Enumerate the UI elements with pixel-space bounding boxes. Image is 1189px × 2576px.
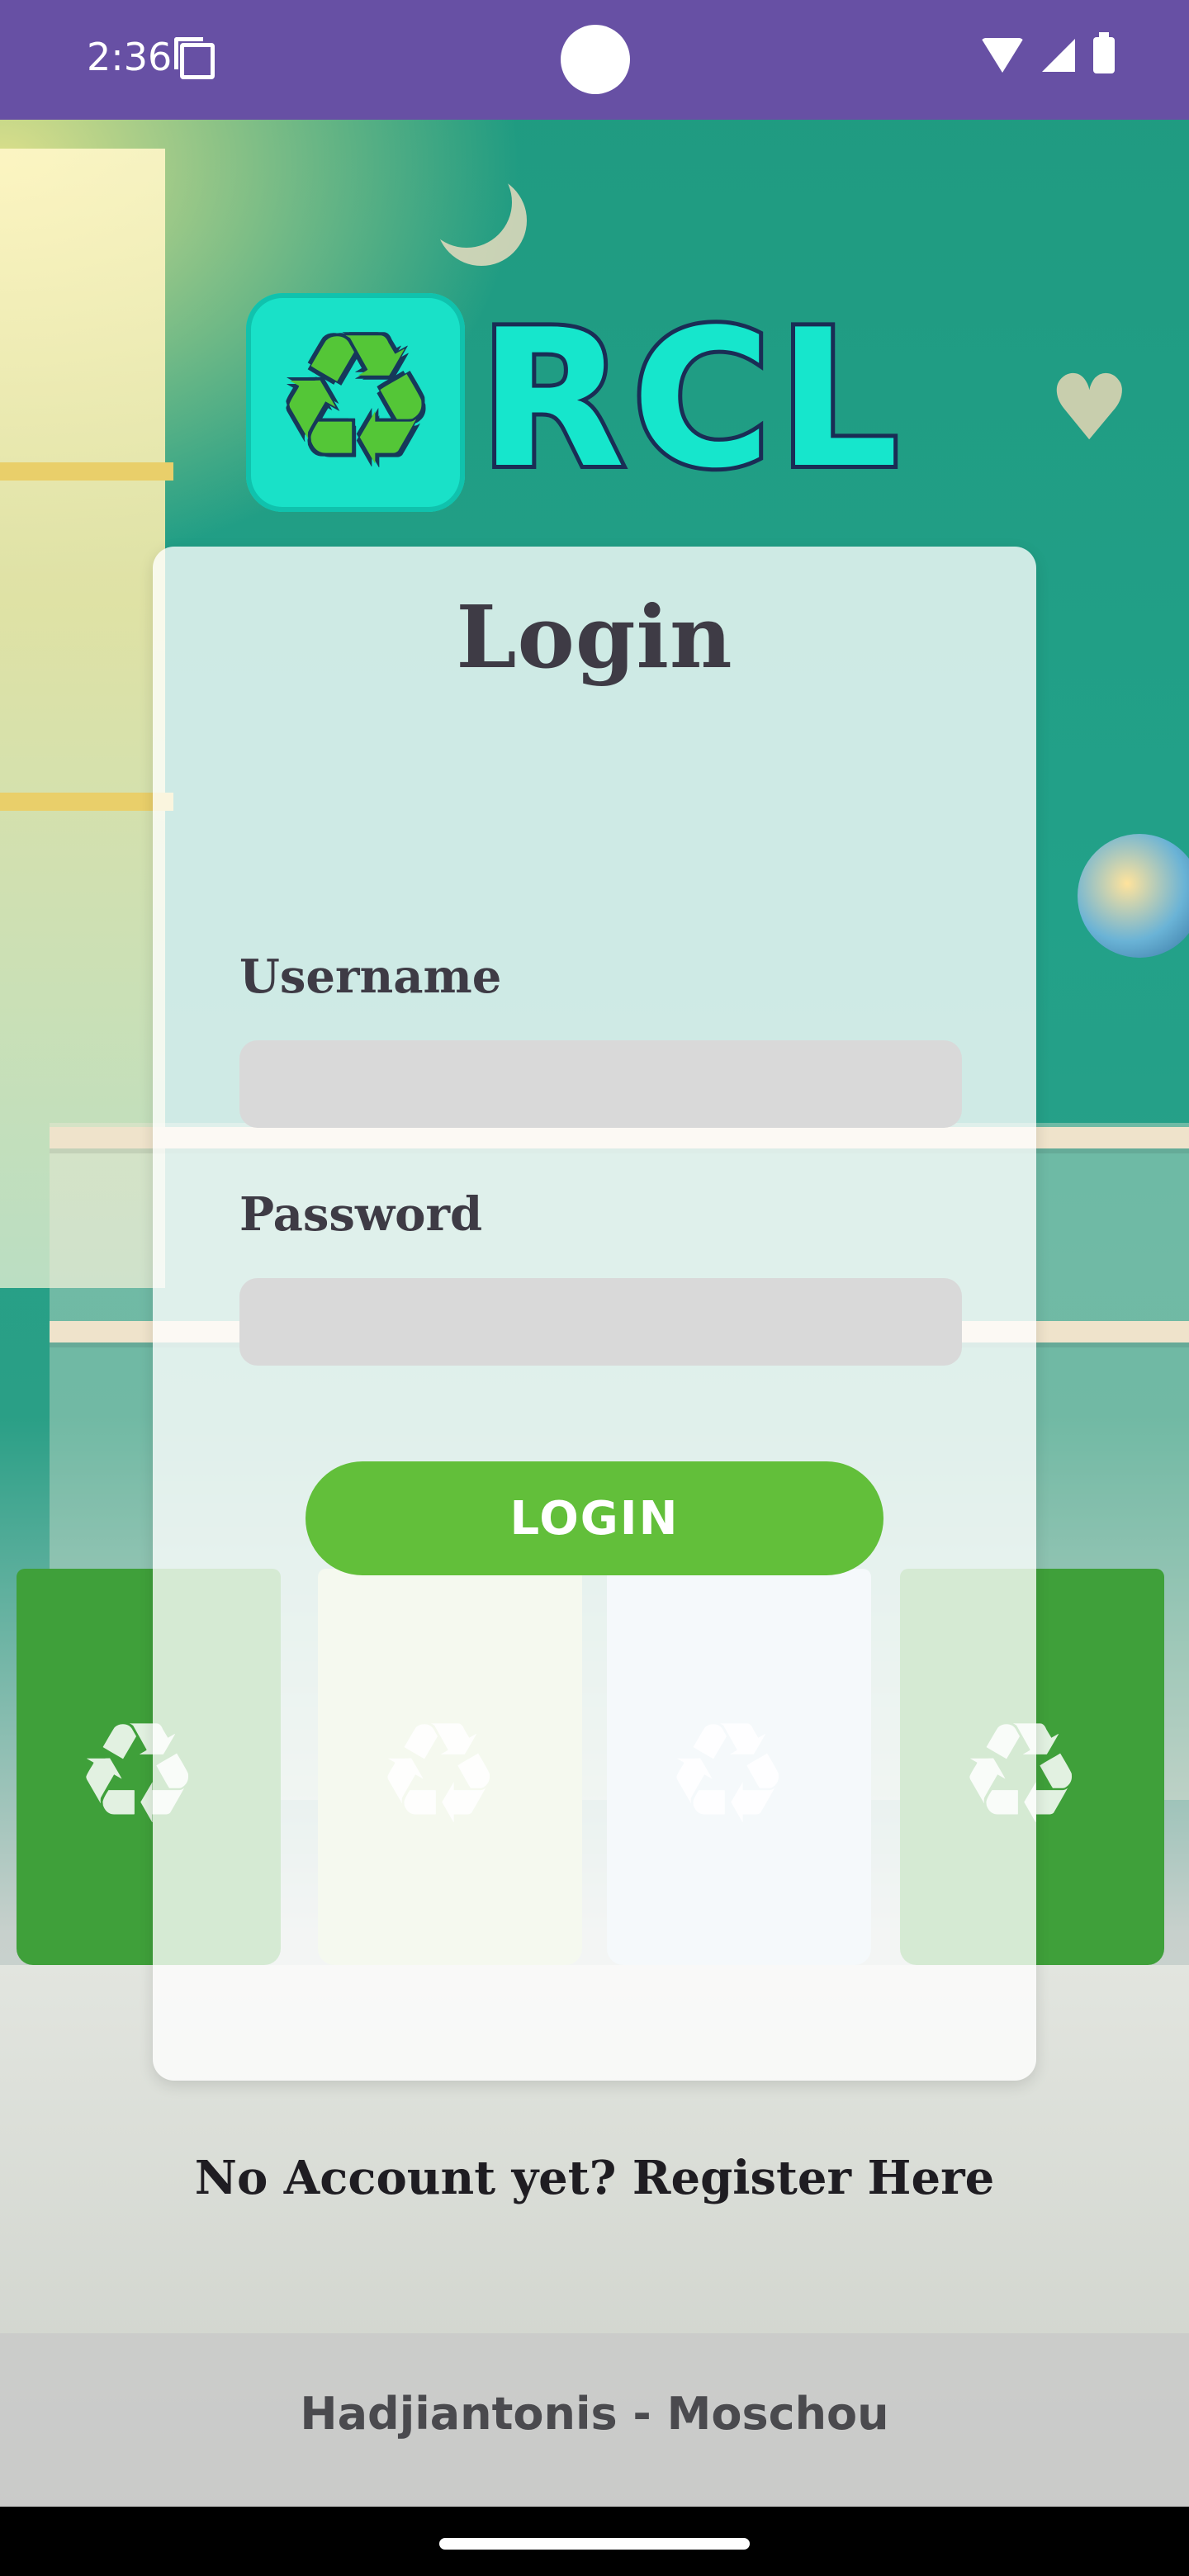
status-time: 2:36 [87, 35, 173, 79]
username-input[interactable] [239, 1040, 962, 1128]
home-gesture-handle[interactable] [439, 2538, 750, 2550]
password-label: Password [239, 1187, 483, 1242]
logo-text: RCL [475, 290, 906, 510]
window-frame [0, 793, 173, 811]
login-card: Login Username Password LOGIN [153, 547, 1036, 2081]
footer-credit: Hadjiantonis - Moschou [300, 2388, 889, 2440]
globe-decoration [1078, 834, 1189, 958]
navigation-bar [0, 2507, 1189, 2576]
logo-badge: ♻ [246, 293, 465, 512]
camera-cutout [561, 25, 630, 94]
window-frame [0, 462, 173, 481]
recycle-icon: ♻ [273, 295, 438, 506]
window-decoration [0, 149, 165, 1288]
status-bar: 2:36 [0, 0, 1189, 120]
heart-decoration: ♥ [1049, 355, 1130, 461]
login-title: Login [456, 586, 733, 688]
signal-icon [1042, 39, 1075, 72]
username-label: Username [239, 949, 502, 1004]
status-icons [981, 32, 1115, 73]
footer: Hadjiantonis - Moschou [0, 2333, 1189, 2507]
register-link[interactable]: No Account yet? Register Here [0, 2151, 1189, 2205]
sim-card-icon [174, 37, 215, 79]
wifi-icon [981, 38, 1024, 73]
password-input[interactable] [239, 1278, 962, 1366]
battery-icon [1093, 32, 1115, 73]
app-logo: ♻ RCL [246, 293, 948, 512]
login-button[interactable]: LOGIN [306, 1461, 883, 1575]
moon-decoration [421, 157, 512, 248]
